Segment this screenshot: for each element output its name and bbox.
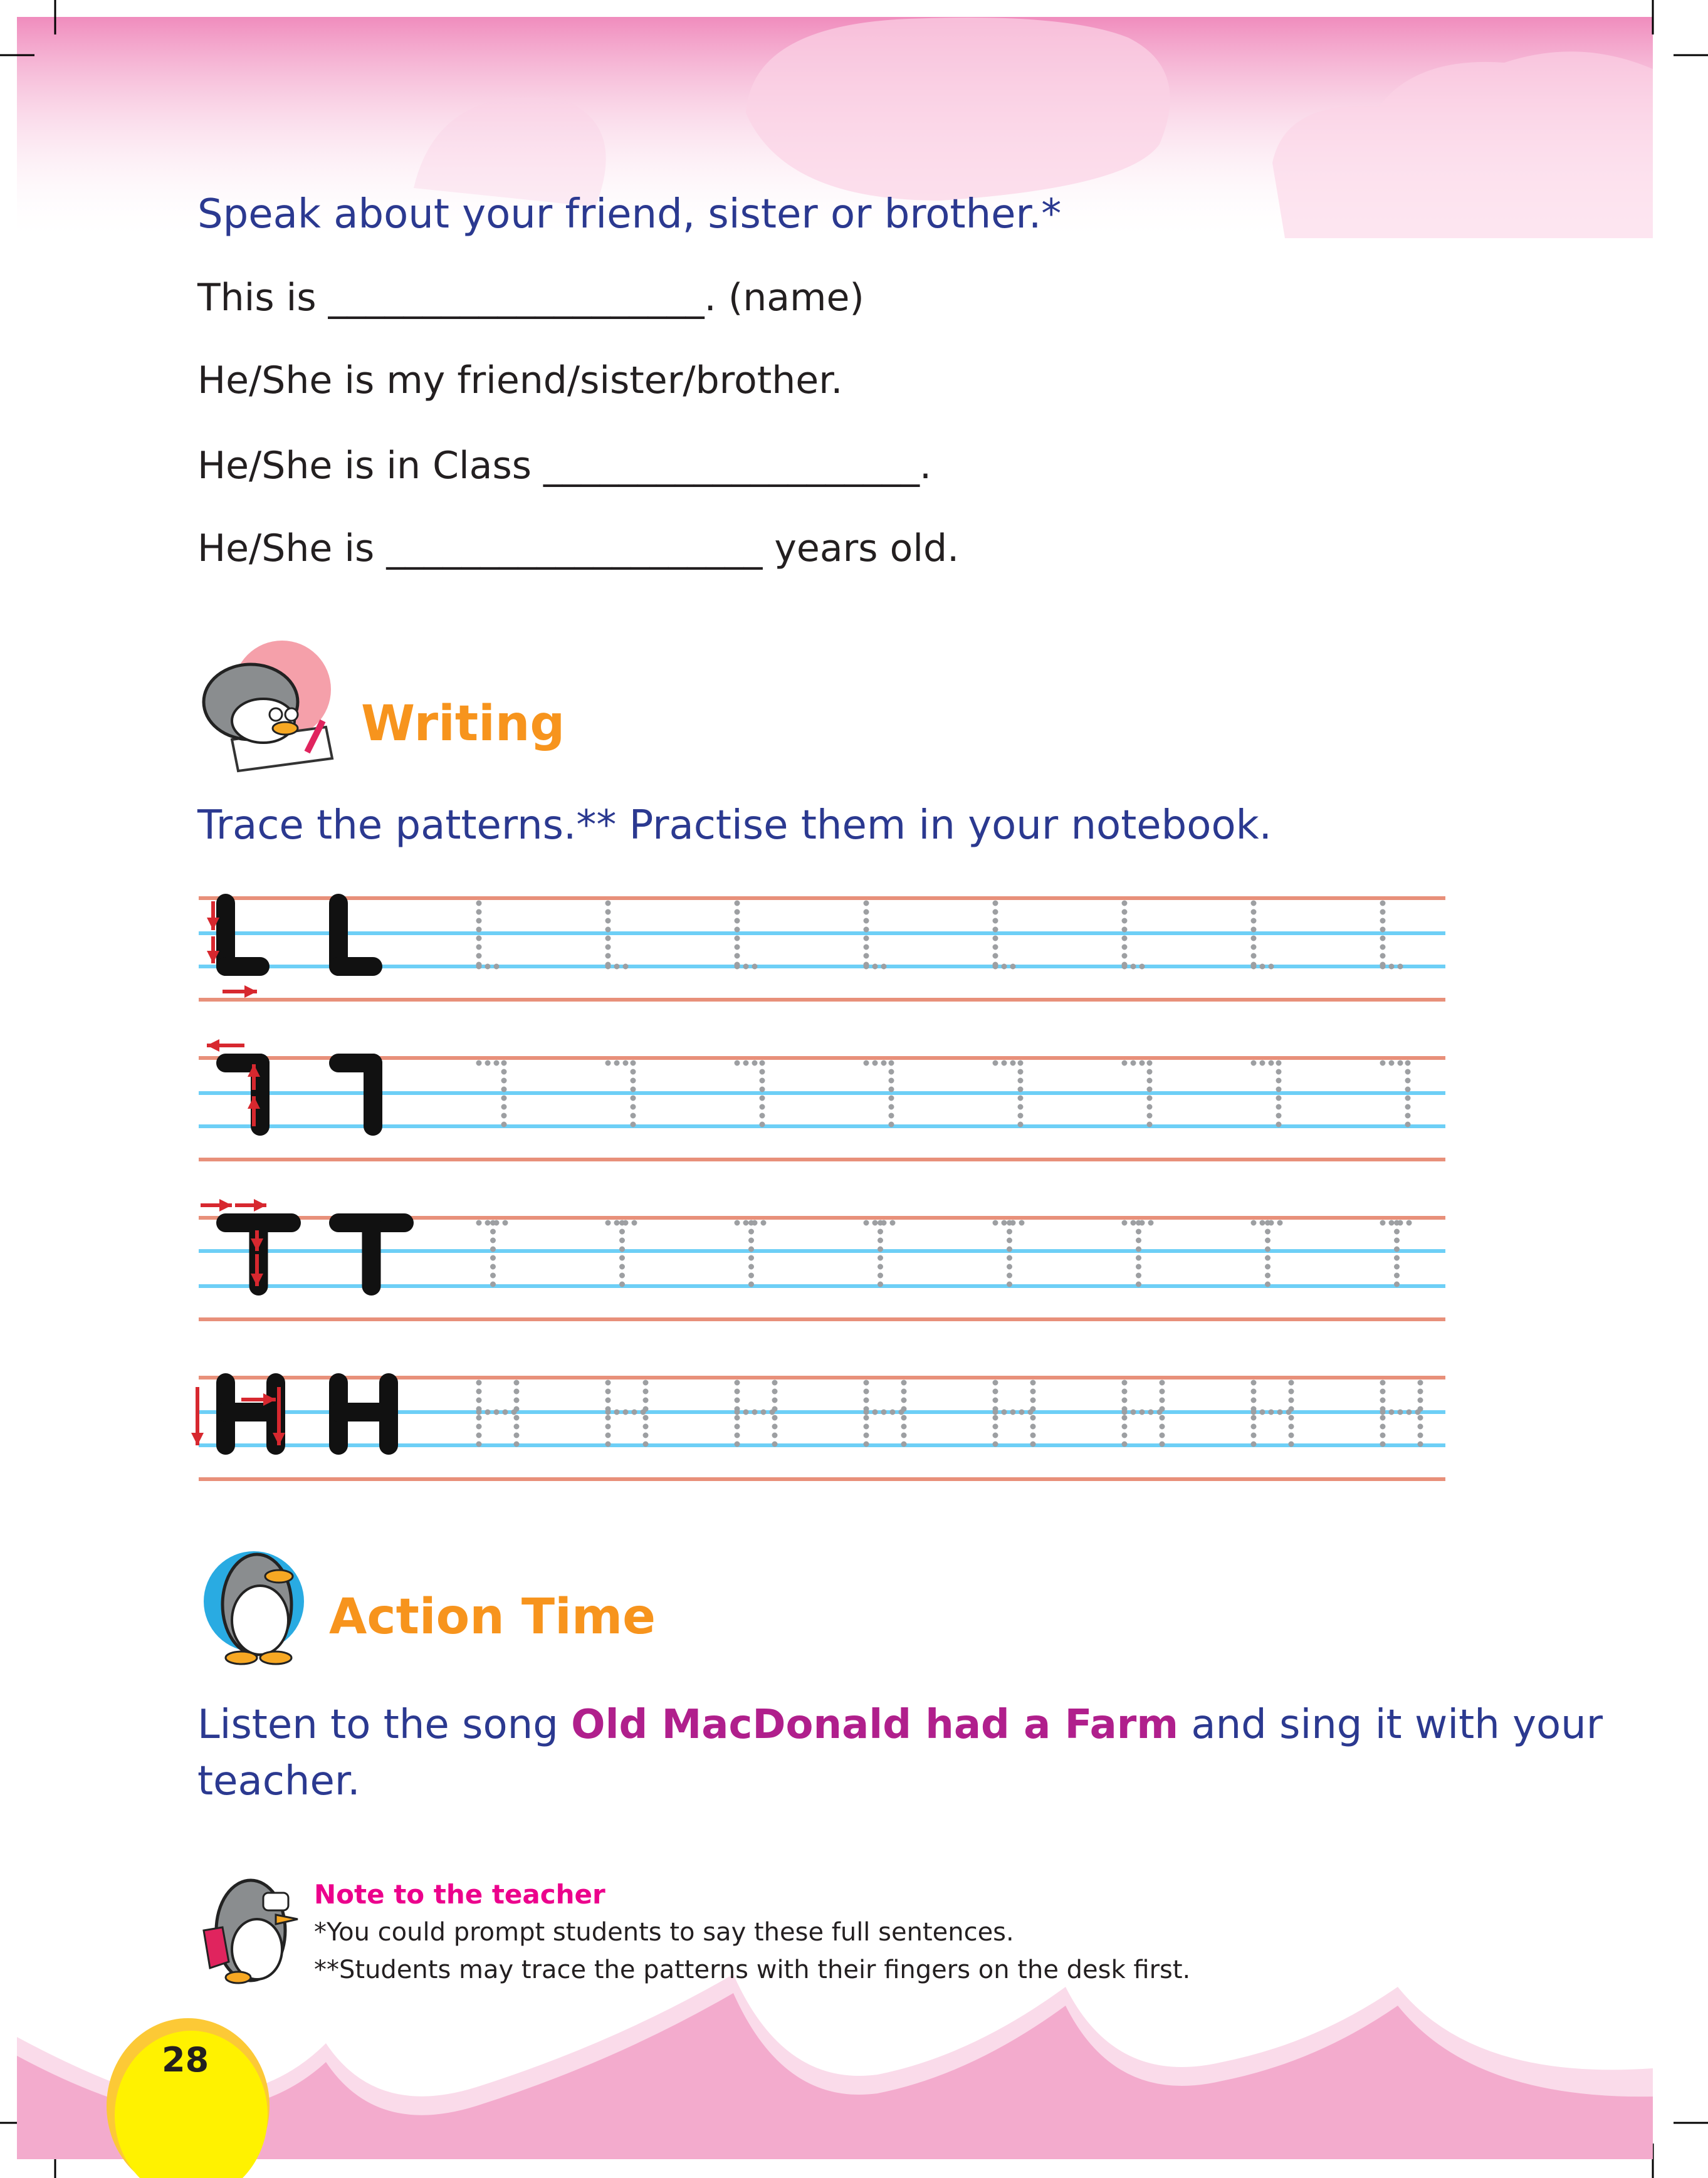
trace-letter-T bbox=[1380, 1220, 1414, 1289]
stroke-direction-arrow bbox=[235, 1199, 266, 1212]
stroke-direction-arrow bbox=[201, 1199, 232, 1212]
action-heading: Action Time bbox=[329, 1589, 656, 1645]
trace-letter-T bbox=[1121, 1220, 1156, 1289]
stroke-direction-arrow bbox=[191, 1387, 204, 1445]
penguin-action-icon bbox=[204, 1551, 304, 1665]
arrow-head bbox=[207, 1039, 219, 1052]
pattern-row-L bbox=[199, 896, 1445, 1002]
stroke-direction-arrow bbox=[207, 1039, 244, 1052]
sentence-class: He/She is in Class ____________________. bbox=[197, 444, 932, 488]
trace-letter-T bbox=[863, 1220, 898, 1289]
trace-letter-T bbox=[992, 1220, 1027, 1289]
sentence-relation: He/She is my friend/sister/brother. bbox=[197, 359, 843, 402]
trace-letter-T bbox=[1250, 1220, 1285, 1289]
action-text-after: and sing it with your bbox=[1178, 1702, 1603, 1748]
trace-letter-T bbox=[476, 1220, 510, 1289]
action-text-before: Listen to the song bbox=[197, 1702, 572, 1748]
model-letter-T bbox=[329, 1213, 414, 1296]
model-letter-H bbox=[329, 1373, 398, 1455]
note-line-2: **Students may trace the patterns with t… bbox=[314, 1955, 1191, 1984]
tracing-practice-area bbox=[191, 894, 1445, 1481]
action-instruction: Listen to the song Old MacDonald had a F… bbox=[197, 1702, 1603, 1748]
writing-instruction: Trace the patterns.** Practise them in y… bbox=[197, 802, 1272, 849]
page-artwork bbox=[0, 0, 1708, 2178]
penguin-teacher-icon bbox=[202, 1878, 298, 1984]
pattern-row-T bbox=[199, 1216, 1445, 1321]
trace-letter-T bbox=[734, 1220, 768, 1289]
arrow-head bbox=[244, 985, 257, 998]
pattern-row-reverse-L bbox=[199, 1056, 1445, 1161]
note-title: Note to the teacher bbox=[314, 1879, 605, 1910]
action-instruction-line2: teacher. bbox=[197, 1758, 360, 1804]
stroke-direction-arrow bbox=[223, 985, 257, 998]
song-title: Old MacDonald had a Farm bbox=[571, 1702, 1178, 1748]
note-line-1: *You could prompt students to say these … bbox=[314, 1918, 1014, 1947]
writing-heading: Writing bbox=[361, 696, 565, 752]
sentence-name: This is ____________________. (name) bbox=[197, 276, 864, 320]
page-number: 28 bbox=[162, 2040, 209, 2080]
sentence-age: He/She is ____________________ years old… bbox=[197, 526, 960, 570]
arrow-head bbox=[254, 1199, 266, 1212]
demo-letter-H bbox=[216, 1373, 285, 1455]
trace-letter-T bbox=[605, 1220, 639, 1289]
speaking-instruction: Speak about your friend, sister or broth… bbox=[197, 191, 1062, 238]
arrow-head bbox=[219, 1199, 232, 1212]
penguin-writing-icon bbox=[202, 641, 334, 773]
